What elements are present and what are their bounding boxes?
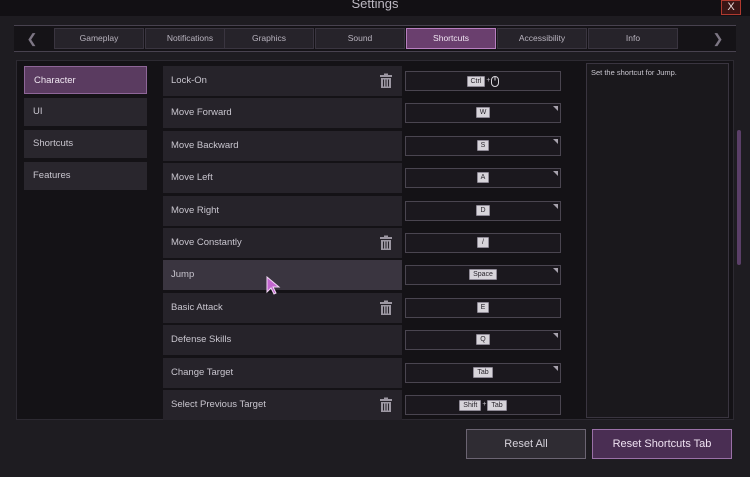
keycap-group: W	[406, 104, 560, 122]
tab-gameplay[interactable]: Gameplay	[54, 28, 144, 49]
keycap: Shift	[459, 399, 482, 411]
window-title: Settings	[351, 0, 399, 11]
mouse-icon	[491, 75, 500, 87]
plus-icon: +	[482, 401, 487, 408]
shortcut-name: Move Constantly	[163, 228, 402, 258]
titlebar: Settings X	[0, 0, 750, 16]
corner-marker-icon	[553, 106, 558, 111]
keycap: Q	[476, 333, 490, 345]
keybinding-field[interactable]: Space	[405, 265, 561, 285]
keycap-group: Shift + Tab	[406, 396, 560, 414]
shortcut-list: Lock-On Ctrl + Move Forward W Move Backward S M…	[163, 63, 563, 420]
keycap: S	[476, 139, 490, 151]
shortcut-name: Jump	[163, 260, 402, 290]
keycap-group: Ctrl +	[406, 72, 560, 90]
keycap: E	[476, 301, 490, 313]
shortcut-name: Change Target	[163, 358, 402, 388]
mouse-cursor-icon	[266, 276, 281, 295]
keycap-group: A	[406, 169, 560, 187]
keycap-group: Q	[406, 331, 560, 349]
keycap-group: /	[406, 234, 560, 252]
keybinding-field[interactable]: E	[405, 298, 561, 318]
keycap: Ctrl	[466, 75, 486, 87]
shortcut-row[interactable]: Change Target Tab	[163, 358, 563, 388]
chevron-left-icon[interactable]: ❮	[18, 26, 46, 51]
tab-graphics[interactable]: Graphics	[224, 28, 314, 49]
shortcut-name: Move Left	[163, 163, 402, 193]
keybinding-field[interactable]: Shift + Tab	[405, 395, 561, 415]
keycap-group: Tab	[406, 364, 560, 382]
reset-all-button[interactable]: Reset All	[466, 429, 586, 459]
keybinding-field[interactable]: A	[405, 168, 561, 188]
settings-window: Settings X ❮ Gameplay Notifications Grap…	[0, 0, 750, 477]
shortcut-row[interactable]: Move Forward W	[163, 98, 563, 128]
tab-shortcuts[interactable]: Shortcuts	[406, 28, 496, 49]
sidebar-item-ui[interactable]: UI	[24, 98, 147, 126]
tab-accessibility[interactable]: Accessibility	[497, 28, 587, 49]
keybinding-field[interactable]: Q	[405, 330, 561, 350]
plus-icon: +	[486, 77, 491, 84]
keycap-group: E	[406, 299, 560, 317]
shortcut-row[interactable]: Defense Skills Q	[163, 325, 563, 355]
shortcut-row[interactable]: Select Previous Target Shift + Tab	[163, 390, 563, 420]
shortcut-row[interactable]: Jump Space	[163, 260, 563, 290]
keycap-group: S	[406, 137, 560, 155]
sidebar-item-shortcuts[interactable]: Shortcuts	[24, 130, 147, 158]
description-panel: Set the shortcut for Jump.	[586, 63, 729, 418]
keybinding-field[interactable]: /	[405, 233, 561, 253]
keycap: Space	[469, 268, 497, 280]
keycap: D	[476, 204, 490, 216]
keybinding-field[interactable]: Ctrl +	[405, 71, 561, 91]
corner-marker-icon	[553, 204, 558, 209]
corner-marker-icon	[553, 139, 558, 144]
tab-sound[interactable]: Sound	[315, 28, 405, 49]
shortcut-row[interactable]: Basic Attack E	[163, 293, 563, 323]
close-button[interactable]: X	[721, 0, 741, 15]
keybinding-field[interactable]: D	[405, 201, 561, 221]
keycap: /	[477, 236, 489, 248]
scrollbar-thumb[interactable]	[737, 130, 741, 265]
corner-marker-icon	[553, 366, 558, 371]
corner-marker-icon	[553, 333, 558, 338]
shortcut-row[interactable]: Move Right D	[163, 196, 563, 226]
trash-icon[interactable]	[378, 300, 394, 316]
chevron-right-icon[interactable]: ❯	[704, 26, 732, 51]
keycap-group: D	[406, 202, 560, 220]
trash-icon[interactable]	[378, 397, 394, 413]
sidebar-item-features[interactable]: Features	[24, 162, 147, 190]
keycap: Tab	[473, 366, 493, 378]
shortcut-name: Move Forward	[163, 98, 402, 128]
keybinding-field[interactable]: Tab	[405, 363, 561, 383]
shortcut-row[interactable]: Move Left A	[163, 163, 563, 193]
reset-shortcuts-tab-button[interactable]: Reset Shortcuts Tab	[592, 429, 732, 459]
sidebar-item-character[interactable]: Character	[24, 66, 147, 94]
tab-info[interactable]: Info	[588, 28, 678, 49]
keycap: Tab	[487, 399, 507, 411]
trash-icon[interactable]	[378, 73, 394, 89]
shortcut-name: Lock-On	[163, 66, 402, 96]
shortcut-name: Defense Skills	[163, 325, 402, 355]
shortcut-row[interactable]: Lock-On Ctrl +	[163, 66, 563, 96]
corner-marker-icon	[553, 268, 558, 273]
shortcut-name: Basic Attack	[163, 293, 402, 323]
shortcut-row[interactable]: Move Constantly /	[163, 228, 563, 258]
shortcut-name: Move Backward	[163, 131, 402, 161]
trash-icon[interactable]	[378, 235, 394, 251]
keycap: A	[476, 171, 490, 183]
tab-notifications[interactable]: Notifications	[145, 28, 235, 49]
tab-bar: ❮ Gameplay Notifications Graphics Sound …	[14, 25, 736, 52]
keybinding-field[interactable]: S	[405, 136, 561, 156]
keybinding-field[interactable]: W	[405, 103, 561, 123]
corner-marker-icon	[553, 171, 558, 176]
shortcut-name: Move Right	[163, 196, 402, 226]
keycap: W	[475, 106, 491, 118]
keycap-group: Space	[406, 266, 560, 284]
shortcut-row[interactable]: Move Backward S	[163, 131, 563, 161]
shortcut-name: Select Previous Target	[163, 390, 402, 420]
